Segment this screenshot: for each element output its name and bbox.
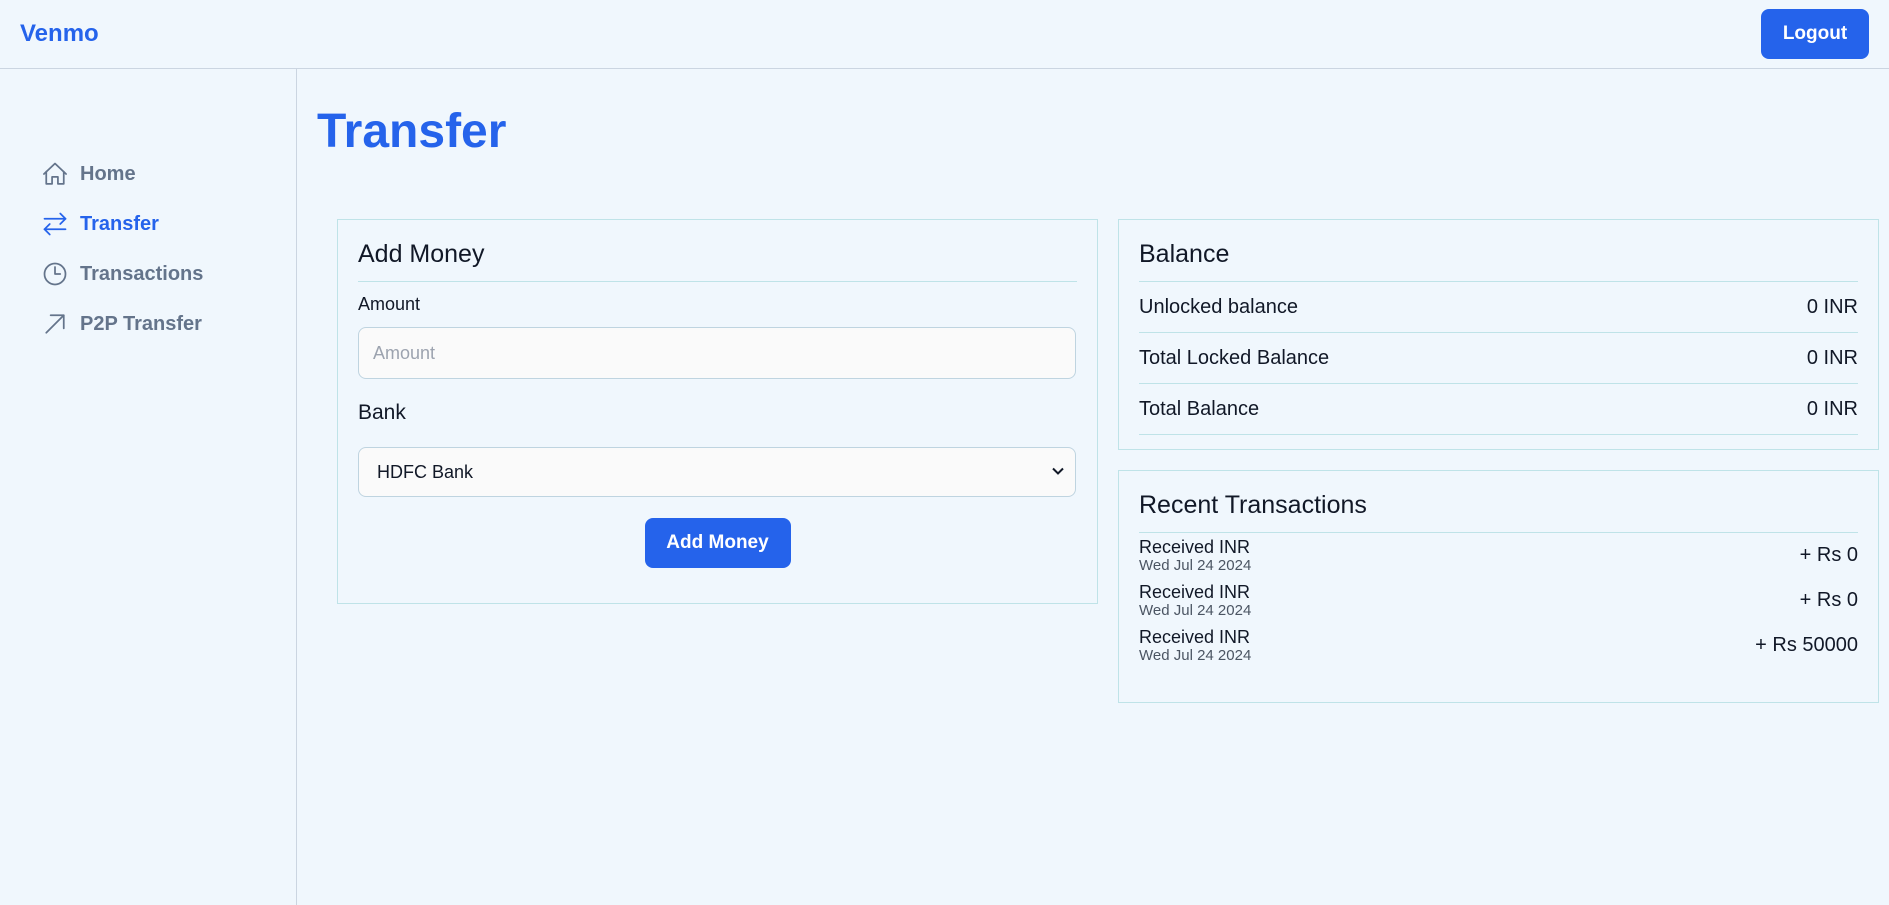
transaction-date: Wed Jul 24 2024 [1139, 602, 1252, 619]
balance-title: Balance [1139, 240, 1858, 282]
transaction-amount: + Rs 0 [1799, 589, 1858, 611]
sidebar-item-p2p-transfer[interactable]: P2P Transfer [40, 299, 203, 349]
amount-input[interactable] [358, 327, 1076, 379]
balance-row-value: 0 INR [1806, 346, 1858, 369]
sidebar-item-transactions[interactable]: Transactions [40, 249, 203, 299]
sidebar-item-label: Home [80, 162, 136, 185]
transaction-date: Wed Jul 24 2024 [1139, 557, 1252, 574]
transaction-row: Received INR Wed Jul 24 2024 + Rs 0 [1139, 578, 1858, 623]
balance-row-label: Unlocked balance [1139, 295, 1298, 318]
chevron-down-icon [1051, 463, 1065, 481]
brand-logo[interactable]: Venmo [20, 20, 99, 48]
arrow-up-right-icon [40, 309, 70, 339]
transaction-amount: + Rs 0 [1799, 544, 1858, 566]
balance-row-value: 0 INR [1806, 397, 1858, 420]
balance-row: Total Locked Balance 0 INR [1139, 333, 1858, 384]
sidebar-nav: Home Transfer Transactions P2P Transfer [40, 149, 203, 349]
logout-button[interactable]: Logout [1761, 9, 1869, 59]
sidebar-item-label: P2P Transfer [80, 312, 202, 335]
page-title: Transfer [317, 105, 507, 158]
sidebar-item-transfer[interactable]: Transfer [40, 199, 203, 249]
transfer-arrows-icon [40, 209, 70, 239]
clock-icon [40, 259, 70, 289]
home-icon [40, 159, 70, 189]
transaction-title: Received INR [1139, 627, 1251, 647]
bank-label: Bank [358, 401, 406, 424]
recent-transactions-title: Recent Transactions [1139, 491, 1858, 533]
balance-row-label: Total Locked Balance [1139, 346, 1330, 369]
balance-row: Unlocked balance 0 INR [1139, 282, 1858, 333]
top-bar: Venmo Logout [0, 0, 1889, 69]
balance-card: Balance Unlocked balance 0 INR Total Loc… [1118, 219, 1879, 450]
sidebar-item-label: Transfer [80, 212, 159, 235]
amount-label: Amount [358, 294, 421, 314]
transaction-title: Received INR [1139, 582, 1251, 602]
balance-row: Total Balance 0 INR [1139, 384, 1858, 435]
bank-select[interactable]: HDFC Bank [358, 447, 1076, 497]
sidebar-item-label: Transactions [80, 262, 204, 285]
add-money-title: Add Money [358, 240, 1077, 282]
add-money-button[interactable]: Add Money [644, 518, 791, 568]
transaction-row: Received INR Wed Jul 24 2024 + Rs 0 [1139, 533, 1858, 578]
recent-transactions-card: Recent Transactions Received INR Wed Jul… [1118, 470, 1879, 703]
sidebar-item-home[interactable]: Home [40, 149, 203, 199]
transaction-row: Received INR Wed Jul 24 2024 + Rs 50000 [1139, 623, 1858, 668]
bank-select-value: HDFC Bank [377, 461, 474, 482]
transaction-date: Wed Jul 24 2024 [1139, 647, 1252, 664]
transaction-title: Received INR [1139, 537, 1251, 557]
transaction-amount: + Rs 50000 [1755, 634, 1858, 656]
balance-row-value: 0 INR [1806, 295, 1858, 318]
add-money-card: Add Money Amount Bank HDFC Bank Add Mone… [337, 219, 1098, 604]
balance-row-label: Total Balance [1139, 397, 1260, 420]
